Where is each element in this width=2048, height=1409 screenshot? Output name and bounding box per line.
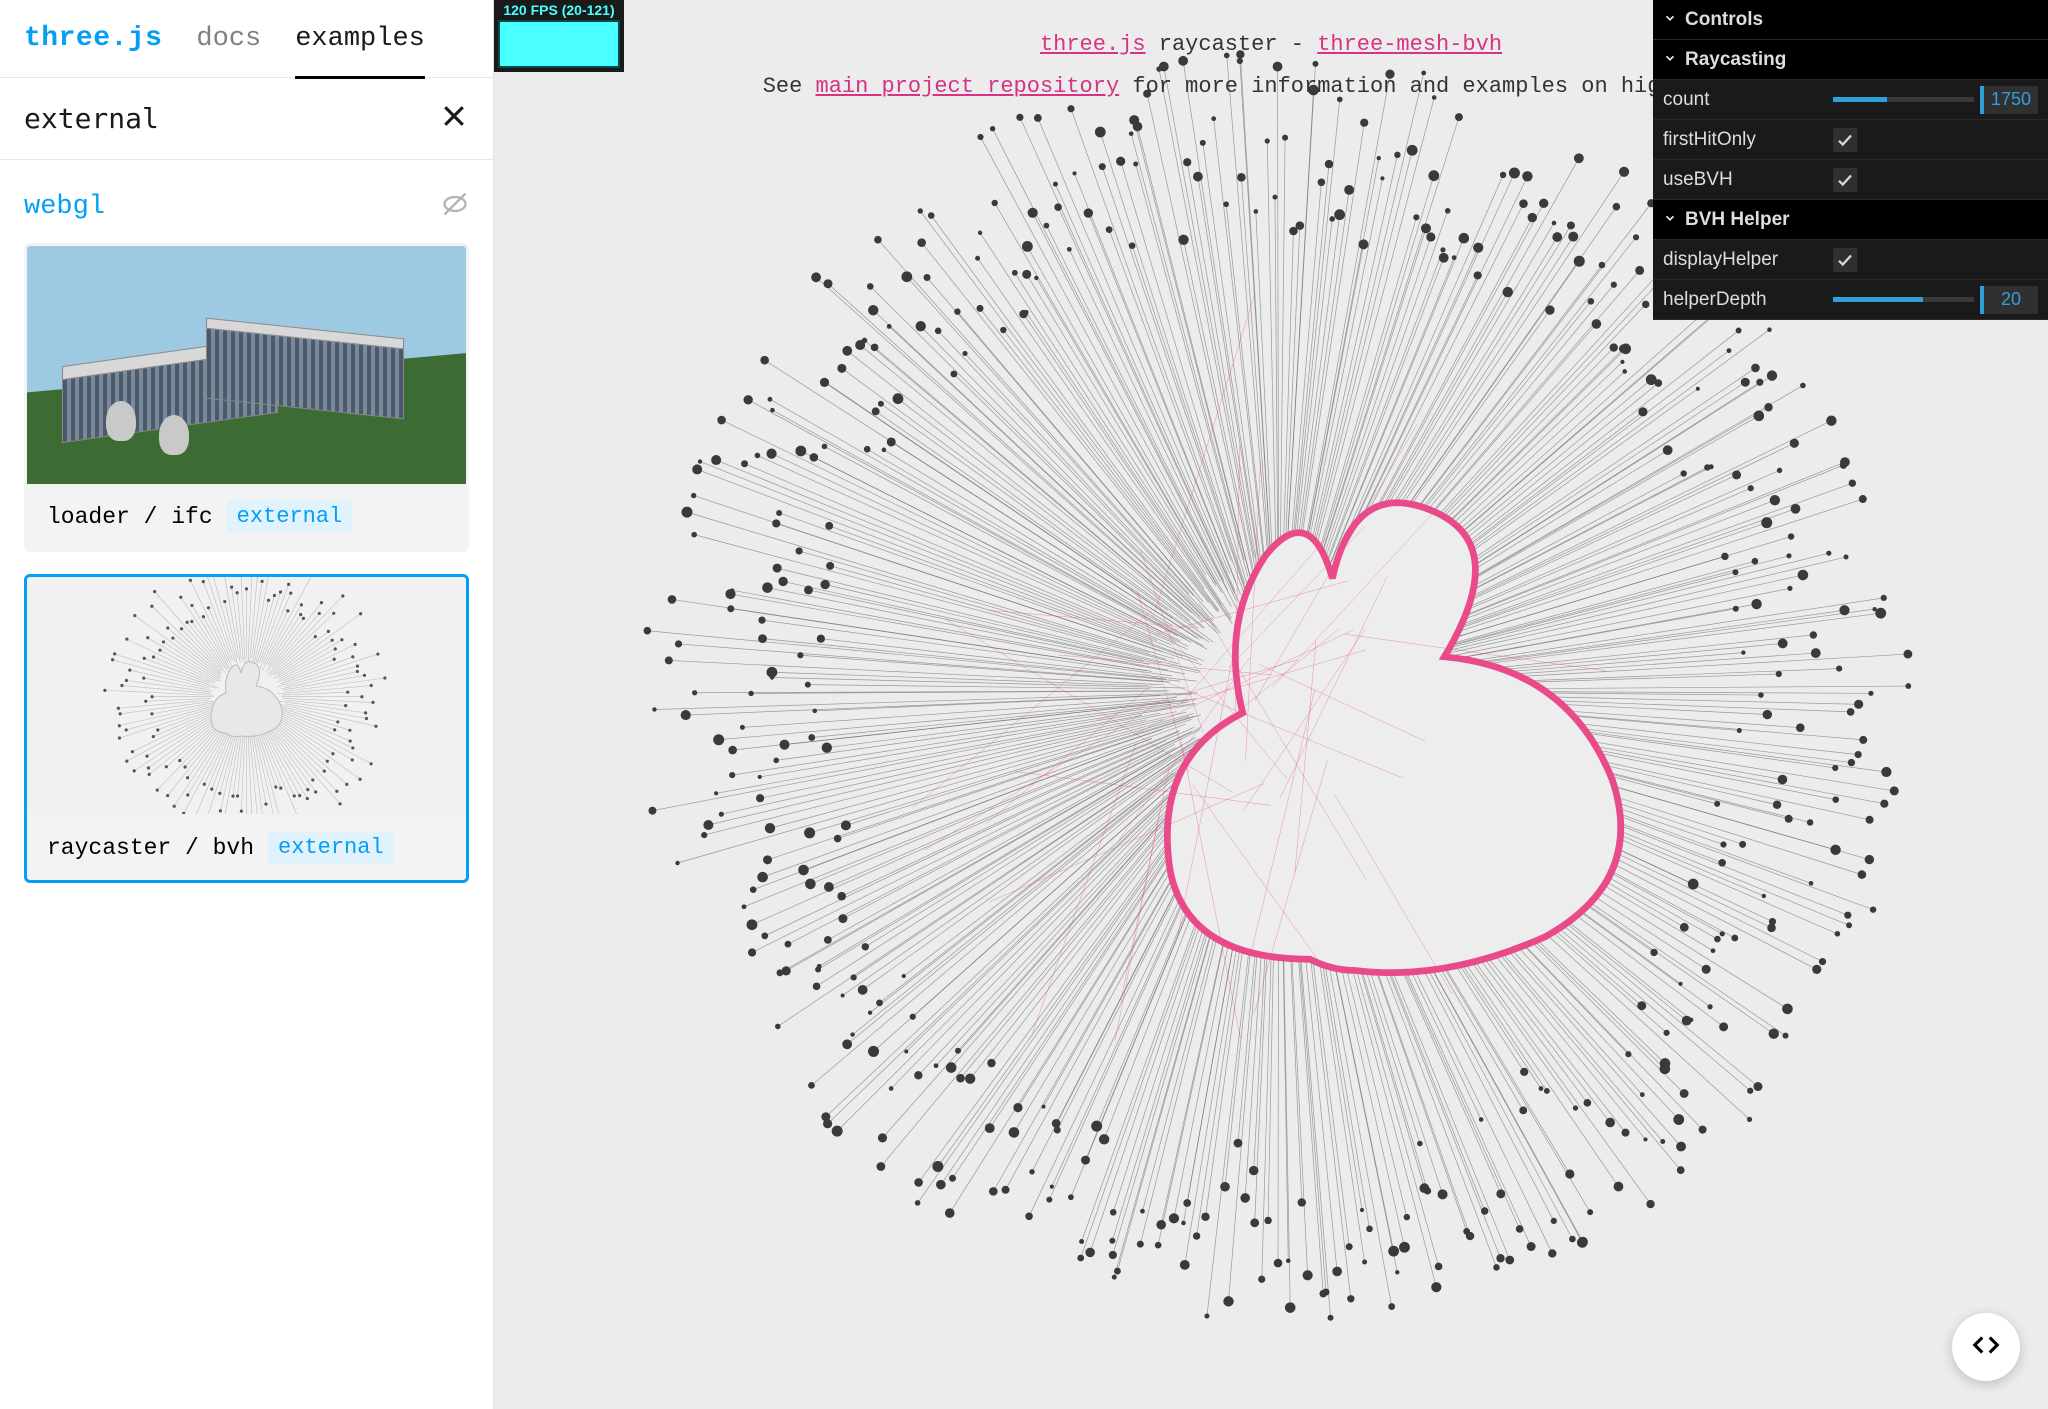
header-text: raycaster -: [1146, 32, 1318, 57]
sidebar-header: three.js docs examples: [0, 0, 493, 78]
gui-control-label: count: [1663, 89, 1833, 111]
slider-track[interactable]: [1833, 297, 1974, 302]
gui-control-label: firstHitOnly: [1663, 129, 1833, 151]
section-header: webgl: [0, 160, 493, 233]
gui-title: Controls: [1685, 9, 1763, 31]
gui-control-row: count 1750: [1653, 80, 2048, 120]
slider-value[interactable]: 20: [1980, 286, 2038, 314]
fps-label: 120 FPS (20-121): [498, 2, 620, 18]
checkbox[interactable]: [1833, 128, 1857, 152]
example-card-bvh[interactable]: raycaster / bvh external: [24, 574, 469, 883]
sidebar: three.js docs examples webgl: [0, 0, 494, 1409]
link-meshbvh[interactable]: three-mesh-bvh: [1317, 32, 1502, 57]
header-text: See: [763, 74, 816, 99]
external-badge: external: [268, 831, 394, 864]
gui-control-label: useBVH: [1663, 169, 1833, 191]
chevron-down-icon: [1663, 209, 1677, 231]
gui-control-label: helperDepth: [1663, 289, 1833, 311]
gui-folder-header[interactable]: BVH Helper: [1653, 200, 2048, 240]
nav-docs[interactable]: docs: [196, 24, 261, 54]
section-title[interactable]: webgl: [24, 192, 105, 222]
gui-control-row: displayHelper: [1653, 240, 2048, 280]
clear-icon[interactable]: [439, 101, 469, 136]
search-row: [0, 78, 493, 160]
gui-control-row: useBVH: [1653, 160, 2048, 200]
gui-control-row: firstHitOnly: [1653, 120, 2048, 160]
brand-logo[interactable]: three.js: [24, 23, 162, 54]
search-input[interactable]: [24, 102, 439, 135]
gui-panel: Controls Raycasting count 1750 firstHitOnly…: [1653, 0, 2048, 320]
gui-folder-label: BVH Helper: [1685, 209, 1790, 231]
bunny-icon: [167, 648, 325, 748]
example-list: loader / ifc external raycaster / bvh ex…: [0, 233, 493, 915]
gui-control-row: helperDepth 20: [1653, 280, 2048, 320]
checkbox[interactable]: [1833, 168, 1857, 192]
fps-graph: [498, 20, 620, 68]
gui-folder-label: Raycasting: [1685, 49, 1786, 71]
example-label: loader / ifc: [47, 504, 213, 530]
preview-toggle-icon[interactable]: [441, 190, 469, 223]
chevron-down-icon: [1663, 9, 1677, 31]
chevron-down-icon: [1663, 49, 1677, 71]
example-thumb-ifc: [27, 246, 466, 484]
slider-value[interactable]: 1750: [1980, 86, 2038, 114]
example-thumb-bvh: [27, 577, 466, 815]
checkbox[interactable]: [1833, 248, 1857, 272]
view-source-button[interactable]: [1952, 1313, 2020, 1381]
code-icon: [1971, 1330, 2001, 1365]
gui-control-label: displayHelper: [1663, 249, 1833, 271]
link-threejs[interactable]: three.js: [1040, 32, 1146, 57]
slider-track[interactable]: [1833, 97, 1974, 102]
external-badge: external: [227, 500, 353, 533]
link-repo[interactable]: main project repository: [816, 74, 1120, 99]
stats-panel[interactable]: 120 FPS (20-121): [494, 0, 624, 72]
nav-examples[interactable]: examples: [295, 24, 425, 79]
gui-folder-header[interactable]: Raycasting: [1653, 40, 2048, 80]
example-label: raycaster / bvh: [47, 835, 254, 861]
gui-title-row[interactable]: Controls: [1653, 0, 2048, 40]
example-card-ifc[interactable]: loader / ifc external: [24, 243, 469, 552]
